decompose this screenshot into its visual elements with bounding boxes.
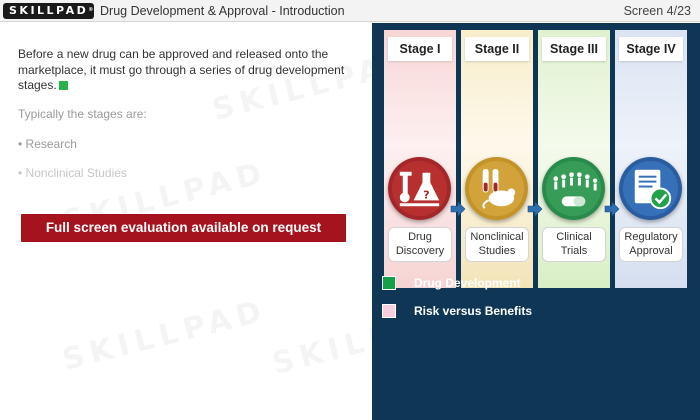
lab-flask-icon: ?: [388, 157, 451, 220]
stage-column-2: Stage II Nonclinical Studies: [461, 30, 533, 288]
stage-column-1: Stage I ? Drug Discovery: [384, 30, 456, 288]
watermark: SKILLPAD: [59, 293, 271, 378]
stage-column-3: Stage III Clinical Trials: [538, 30, 610, 288]
legend-label-drug-development: Drug Development: [414, 276, 521, 290]
arrow-right-icon: [604, 201, 620, 217]
stage-label: Stage III: [542, 37, 606, 61]
course-title: Drug Development & Approval - Introducti…: [100, 4, 345, 18]
legend-swatch-risk-benefits: [382, 304, 396, 318]
stage-name: Drug Discovery: [388, 227, 452, 262]
stage-name: Clinical Trials: [542, 227, 606, 262]
stage-name: Nonclinical Studies: [465, 227, 529, 262]
legend-label-risk-benefits: Risk versus Benefits: [414, 304, 533, 318]
full-screen-evaluation-button[interactable]: Full screen evaluation available on requ…: [21, 214, 346, 242]
stage-label: Stage I: [388, 37, 452, 61]
arrow-right-icon: [527, 201, 543, 217]
skillpad-logo: SKILLPAD®: [3, 3, 94, 19]
bullet-nonclinical-studies: • Nonclinical Studies: [18, 166, 127, 180]
legend-swatch-drug-development: [382, 276, 396, 290]
header-bar: SKILLPAD® Drug Development & Approval - …: [0, 0, 700, 22]
arrow-right-icon: [450, 201, 466, 217]
green-marker-icon: [58, 81, 68, 90]
lab-mouse-icon: [465, 157, 528, 220]
screen-counter: Screen 4/23: [623, 4, 691, 18]
svg-text:?: ?: [423, 188, 429, 201]
stage-label: Stage II: [465, 37, 529, 61]
intro-paragraph: Before a new drug can be approved and re…: [18, 47, 345, 92]
bullet-research: • Research: [18, 137, 77, 151]
stage-column-4: Stage IV Regulatory Approval: [615, 30, 687, 288]
people-pill-icon: [542, 157, 605, 220]
stage-label: Stage IV: [619, 37, 683, 61]
approved-document-icon: [619, 157, 682, 220]
stage-name: Regulatory Approval: [619, 227, 683, 262]
stages-diagram-panel: Stage I ? Drug Discovery Stage II Noncli…: [372, 23, 700, 420]
stages-heading: Typically the stages are:: [18, 107, 147, 121]
